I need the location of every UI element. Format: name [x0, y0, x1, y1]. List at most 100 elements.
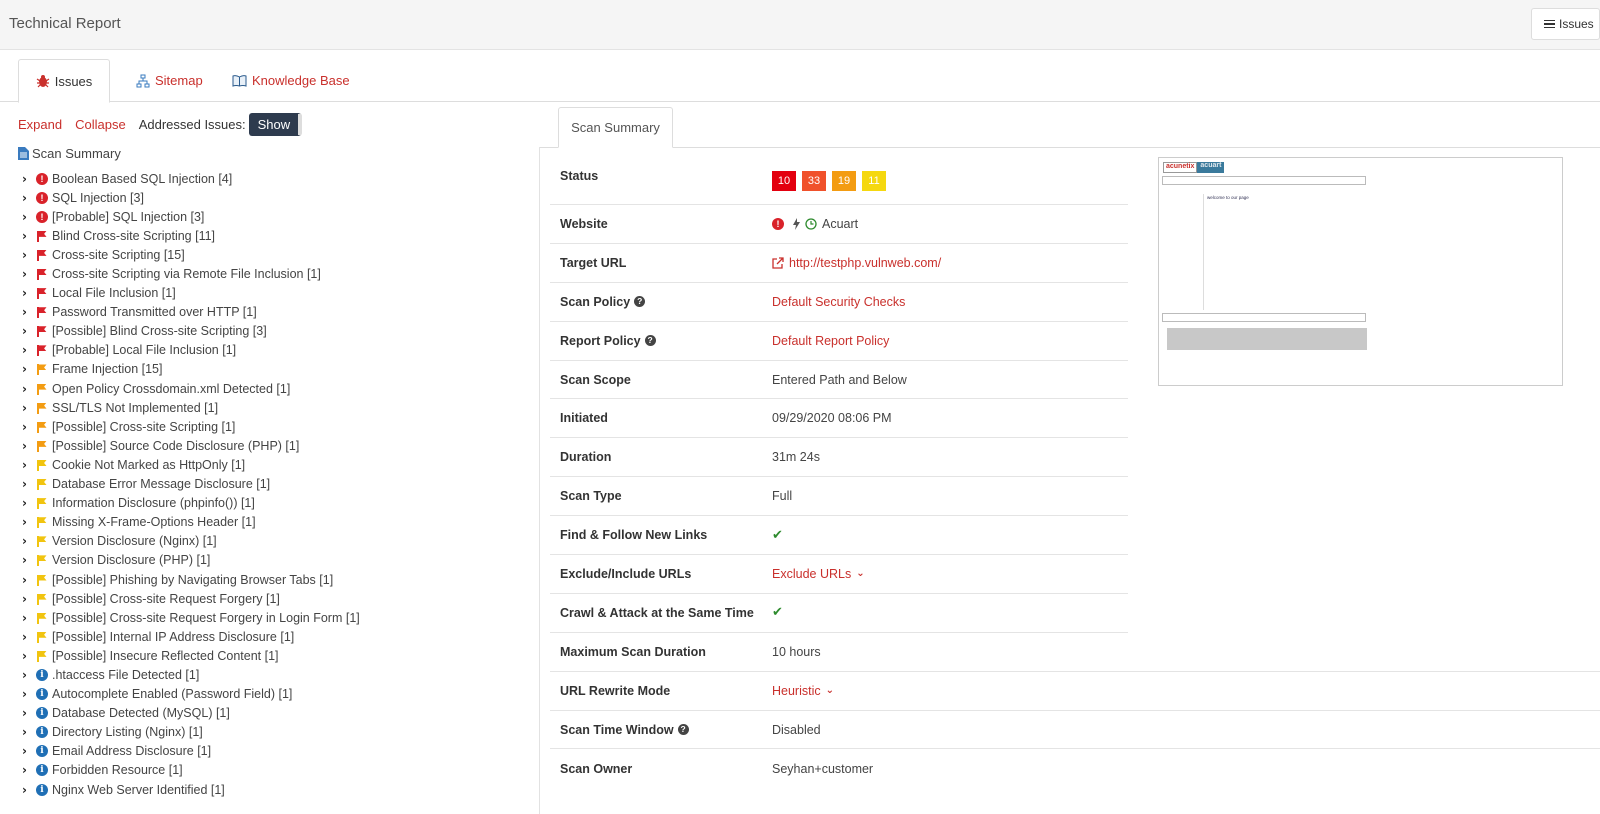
thumb-sidebar	[1162, 194, 1204, 310]
chevron-right-icon[interactable]: ›	[22, 343, 34, 357]
chevron-right-icon[interactable]: ›	[22, 248, 34, 262]
status-badge: 19	[832, 171, 856, 191]
tree-item[interactable]: › [Possible] Blind Cross-site Scripting […	[22, 322, 532, 341]
tree-item-label: Open Policy Crossdomain.xml Detected [1]	[52, 381, 291, 396]
row-target-url: Target URL http://testphp.vulnweb.com/	[550, 244, 1128, 283]
chevron-right-icon[interactable]: ›	[22, 324, 34, 338]
medium-flag-icon	[36, 402, 48, 414]
chevron-right-icon[interactable]: ›	[22, 706, 34, 720]
issues-button[interactable]: Issues	[1531, 8, 1600, 40]
book-icon	[232, 75, 247, 87]
chevron-right-icon[interactable]: ›	[22, 744, 34, 758]
tree-item[interactable]: › Password Transmitted over HTTP [1]	[22, 303, 532, 322]
clock-icon	[805, 218, 817, 230]
tree-item[interactable]: › [Possible] Source Code Disclosure (PHP)…	[22, 436, 532, 455]
tree-item[interactable]: › Open Policy Crossdomain.xml Detected [1…	[22, 379, 532, 398]
chevron-right-icon[interactable]: ›	[22, 496, 34, 510]
url-rewrite-dropdown[interactable]: Heuristic ⌄	[772, 684, 834, 698]
tree-item[interactable]: ›! SQL Injection [3]	[22, 188, 532, 207]
tree-item[interactable]: › [Possible] Cross-site Request Forgery […	[22, 589, 532, 608]
chevron-right-icon[interactable]: ›	[22, 725, 34, 739]
bolt-icon	[793, 217, 800, 230]
chevron-right-icon[interactable]: ›	[22, 229, 34, 243]
exclude-urls-dropdown[interactable]: Exclude URLs ⌄	[772, 567, 865, 581]
chevron-right-icon[interactable]: ›	[22, 286, 34, 300]
tree-item[interactable]: › i Database Detected (MySQL) [1]	[22, 704, 532, 723]
chevron-right-icon[interactable]: ›	[22, 305, 34, 319]
report-policy-link[interactable]: Default Report Policy	[772, 334, 889, 348]
chevron-right-icon[interactable]: ›	[22, 649, 34, 663]
tree-root-scan-summary[interactable]: Scan Summary	[18, 146, 121, 161]
chevron-right-icon[interactable]: ›	[22, 534, 34, 548]
tree-item[interactable]: › SSL/TLS Not Implemented [1]	[22, 398, 532, 417]
info-icon: i	[36, 745, 48, 758]
chevron-right-icon[interactable]: ›	[22, 611, 34, 625]
chevron-right-icon[interactable]: ›	[22, 592, 34, 606]
chevron-right-icon[interactable]: ›	[22, 267, 34, 281]
tree-item[interactable]: › Frame Injection [15]	[22, 360, 532, 379]
tree-item[interactable]: › i Autocomplete Enabled (Password Field) …	[22, 685, 532, 704]
tree-item[interactable]: › Information Disclosure (phpinfo()) [1]	[22, 494, 532, 513]
tree-item[interactable]: › i Forbidden Resource [1]	[22, 761, 532, 780]
collapse-link[interactable]: Collapse	[75, 117, 126, 132]
chevron-right-icon[interactable]: ›	[22, 553, 34, 567]
tab-issues[interactable]: Issues	[18, 59, 110, 103]
tree-item-label: Nginx Web Server Identified [1]	[52, 782, 225, 797]
tree-item[interactable]: ›! [Probable] SQL Injection [3]	[22, 207, 532, 226]
tree-item[interactable]: › i Nginx Web Server Identified [1]	[22, 780, 532, 799]
tab-knowledge-base[interactable]: Knowledge Base	[232, 59, 350, 102]
target-url-link[interactable]: http://testphp.vulnweb.com/	[772, 256, 941, 270]
tree-item[interactable]: › Version Disclosure (Nginx) [1]	[22, 532, 532, 551]
tree-item[interactable]: › [Possible] Cross-site Request Forgery i…	[22, 608, 532, 627]
chevron-right-icon[interactable]: ›	[22, 477, 34, 491]
chevron-right-icon[interactable]: ›	[22, 515, 34, 529]
external-link-icon	[772, 257, 784, 269]
tree-item[interactable]: › [Possible] Cross-site Scripting [1]	[22, 417, 532, 436]
chevron-right-icon[interactable]: ›	[22, 401, 34, 415]
tree-item[interactable]: › [Possible] Phishing by Navigating Brows…	[22, 570, 532, 589]
help-icon[interactable]: ?	[634, 296, 646, 308]
check-icon: ✔	[772, 605, 783, 621]
chevron-right-icon[interactable]: ›	[22, 362, 34, 376]
chevron-right-icon[interactable]: ›	[22, 382, 34, 396]
tree-item[interactable]: ›! Boolean Based SQL Injection [4]	[22, 169, 532, 188]
chevron-right-icon[interactable]: ›	[22, 573, 34, 587]
chevron-right-icon[interactable]: ›	[22, 420, 34, 434]
tree-item[interactable]: › Cross-site Scripting via Remote File In…	[22, 264, 532, 283]
help-icon[interactable]: ?	[677, 724, 689, 736]
tree-item[interactable]: › Cookie Not Marked as HttpOnly [1]	[22, 455, 532, 474]
chevron-right-icon[interactable]: ›	[22, 172, 34, 186]
tree-item[interactable]: › Blind Cross-site Scripting [11]	[22, 226, 532, 245]
chevron-right-icon[interactable]: ›	[22, 439, 34, 453]
chevron-right-icon[interactable]: ›	[22, 191, 34, 205]
tree-item[interactable]: › [Possible] Internal IP Address Disclosu…	[22, 627, 532, 646]
tab-sitemap[interactable]: Sitemap	[136, 59, 203, 102]
chevron-right-icon[interactable]: ›	[22, 210, 34, 224]
tree-item[interactable]: › Version Disclosure (PHP) [1]	[22, 551, 532, 570]
row-exclude-include: Exclude/Include URLs Exclude URLs ⌄	[550, 555, 1128, 594]
tree-item[interactable]: › [Possible] Insecure Reflected Content […	[22, 646, 532, 665]
chevron-right-icon[interactable]: ›	[22, 630, 34, 644]
chevron-right-icon[interactable]: ›	[22, 668, 34, 682]
tree-item[interactable]: › i .htaccess File Detected [1]	[22, 665, 532, 684]
tree-item[interactable]: › Missing X-Frame-Options Header [1]	[22, 513, 532, 532]
expand-link[interactable]: Expand	[18, 117, 62, 132]
tree-item[interactable]: › Database Error Message Disclosure [1]	[22, 475, 532, 494]
tree-item[interactable]: › i Email Address Disclosure [1]	[22, 742, 532, 761]
chevron-right-icon[interactable]: ›	[22, 687, 34, 701]
tab-scan-summary[interactable]: Scan Summary	[558, 107, 673, 148]
chevron-right-icon[interactable]: ›	[22, 763, 34, 777]
tree-item[interactable]: › Cross-site Scripting [15]	[22, 245, 532, 264]
chevron-right-icon[interactable]: ›	[22, 783, 34, 797]
chevron-right-icon[interactable]: ›	[22, 458, 34, 472]
page-title: Technical Report	[9, 15, 121, 32]
info-icon: i	[36, 707, 48, 720]
scan-policy-link[interactable]: Default Security Checks	[772, 295, 905, 309]
help-icon[interactable]: ?	[644, 335, 656, 347]
medium-flag-icon	[36, 421, 48, 433]
tree-item[interactable]: › [Probable] Local File Inclusion [1]	[22, 341, 532, 360]
tree-item[interactable]: › i Directory Listing (Nginx) [1]	[22, 723, 532, 742]
tree-item-label: Information Disclosure (phpinfo()) [1]	[52, 496, 255, 511]
show-toggle[interactable]: Show	[248, 112, 303, 136]
tree-item[interactable]: › Local File Inclusion [1]	[22, 284, 532, 303]
